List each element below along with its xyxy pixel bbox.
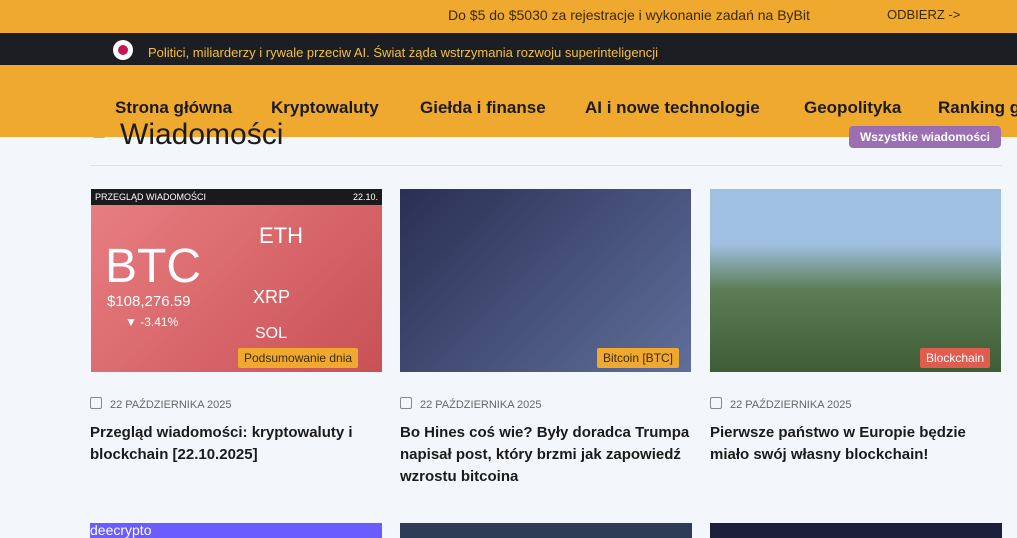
card-image-person[interactable] xyxy=(400,189,691,372)
calendar-icon xyxy=(90,397,102,409)
card-date-text: 22 PAŹDZIERNIKA 2025 xyxy=(730,399,852,411)
all-news-button[interactable]: Wszystkie wiadomości xyxy=(849,126,1001,148)
bottom-card-image[interactable] xyxy=(400,523,692,538)
btc-price: $108,276.59 xyxy=(107,293,191,310)
image-header: PRZEGLĄD WIADOMOŚCI 22.10. xyxy=(91,189,382,205)
image-header-text: PRZEGLĄD WIADOMOŚCI xyxy=(95,192,207,202)
promo-text[interactable]: Do $5 do $5030 za rejestracje i wykonani… xyxy=(448,7,810,23)
card-title[interactable]: Pierwsze państwo w Europie będzie miało … xyxy=(710,422,1002,466)
btc-change: ▼ -3.41% xyxy=(125,315,179,329)
card-date: 22 PAŹDZIERNIKA 2025 xyxy=(400,397,541,411)
section-divider xyxy=(90,165,1002,166)
logo-icon[interactable] xyxy=(113,40,133,60)
card-image-btc[interactable]: PRZEGLĄD WIADOMOŚCI 22.10. BTC $108,276.… xyxy=(91,189,382,372)
calendar-icon xyxy=(710,397,722,409)
nav-item-ai[interactable]: AI i nowe technologie xyxy=(585,98,760,118)
section-title: Wiadomości xyxy=(120,118,284,151)
ticker-text[interactable]: Politici, miliarderzy i rywale przeciw A… xyxy=(148,45,708,60)
sol-label: SOL xyxy=(255,325,288,342)
bottom-card-image[interactable]: deecrypto xyxy=(90,523,382,538)
nav-item-ranking[interactable]: Ranking g xyxy=(938,98,1017,118)
card-title[interactable]: Bo Hines coś wie? Były doradca Trumpa na… xyxy=(400,422,692,488)
card-date-text: 22 PAŹDZIERNIKA 2025 xyxy=(420,399,542,411)
promo-claim-button[interactable]: ODBIERZ -> xyxy=(887,7,960,22)
calendar-icon xyxy=(400,397,412,409)
nav-item-geopolitics[interactable]: Geopolityka xyxy=(804,98,901,118)
card-date-text: 22 PAŹDZIERNIKA 2025 xyxy=(110,399,232,411)
image-header-date: 22.10. xyxy=(352,192,378,202)
nav-item-home[interactable]: Strona główna xyxy=(115,98,232,118)
card-tag[interactable]: Podsumowanie dnia xyxy=(238,348,359,368)
btc-label: BTC xyxy=(105,240,201,293)
card-date: 22 PAŹDZIERNIKA 2025 xyxy=(90,397,231,411)
nav-item-markets[interactable]: Giełda i finanse xyxy=(420,98,546,118)
nav-item-crypto[interactable]: Kryptowaluty xyxy=(271,98,379,118)
card-tag[interactable]: Bitcoin [BTC] xyxy=(597,348,680,368)
bottom-card-image[interactable] xyxy=(710,523,1002,538)
card-date: 22 PAŹDZIERNIKA 2025 xyxy=(710,397,851,411)
eth-label: ETH xyxy=(259,223,303,248)
card-image-landscape[interactable] xyxy=(710,189,1001,372)
card-title[interactable]: Przegląd wiadomości: kryptowaluty i bloc… xyxy=(90,422,382,466)
section-icon xyxy=(92,124,106,138)
xrp-label: XRP xyxy=(253,287,291,307)
card-tag[interactable]: Blockchain xyxy=(920,348,991,368)
